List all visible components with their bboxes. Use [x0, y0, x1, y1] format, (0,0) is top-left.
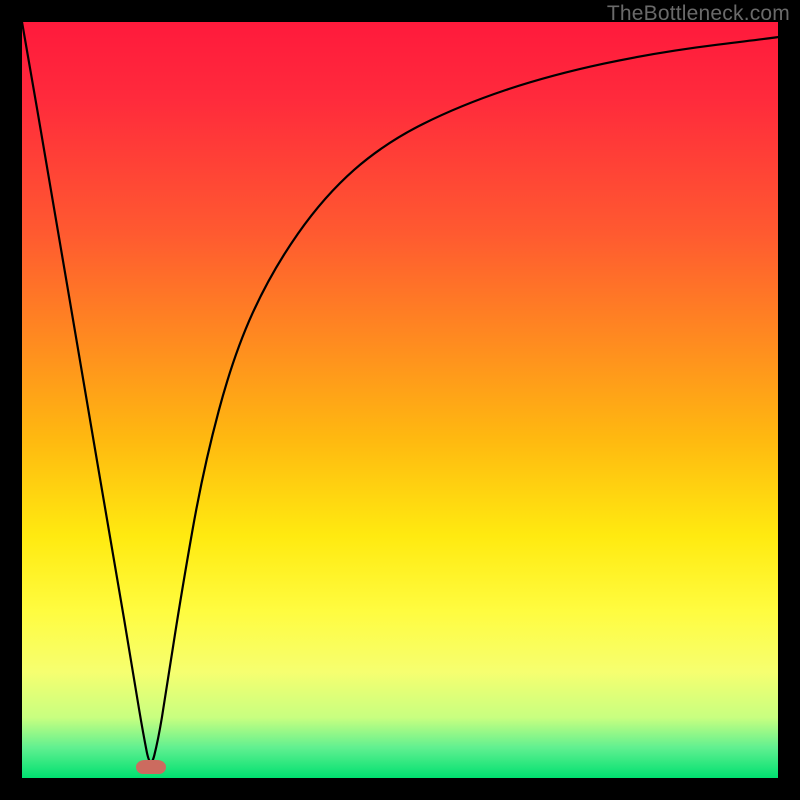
- bottleneck-curve: [22, 22, 778, 778]
- plot-area: [22, 22, 778, 778]
- minimum-marker: [136, 760, 166, 774]
- chart-frame: TheBottleneck.com: [0, 0, 800, 800]
